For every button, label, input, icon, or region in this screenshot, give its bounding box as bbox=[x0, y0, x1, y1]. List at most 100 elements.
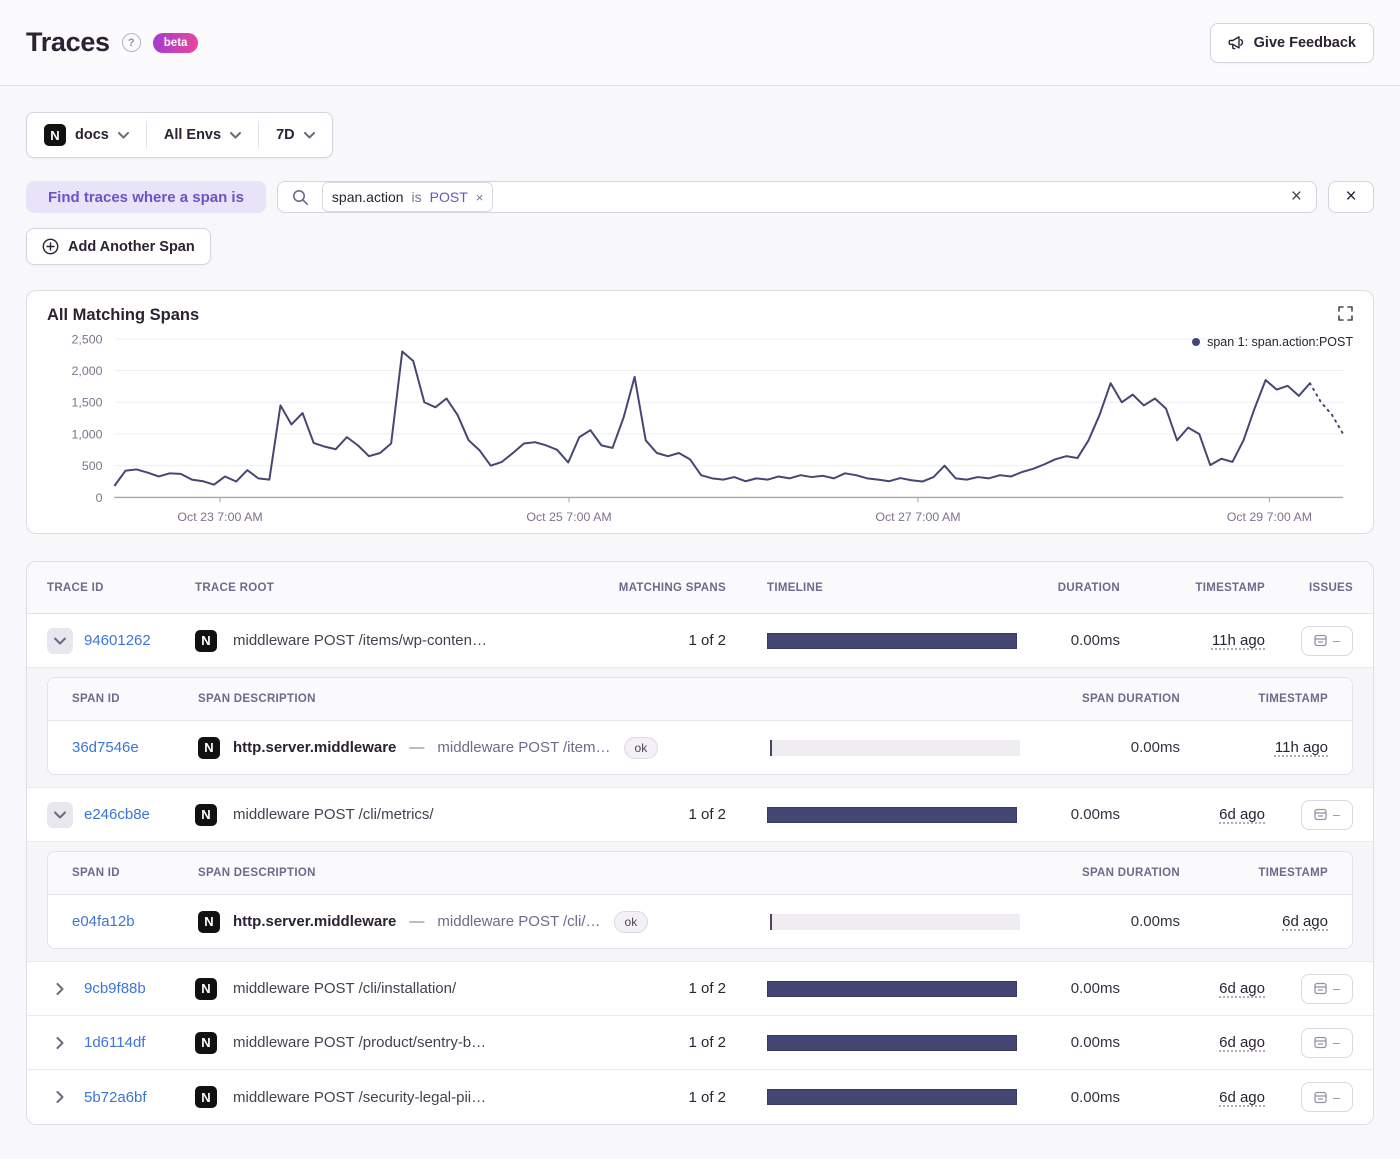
span-expansion: SPAN ID SPAN DESCRIPTION SPAN DURATION T… bbox=[27, 668, 1373, 788]
nextjs-icon: N bbox=[195, 803, 217, 826]
chart-title: All Matching Spans bbox=[47, 306, 200, 324]
issues-icon bbox=[1314, 1036, 1327, 1049]
duration-value: 0.00ms bbox=[1070, 1088, 1120, 1106]
timeline-bar[interactable] bbox=[767, 980, 1017, 997]
page-title: Traces bbox=[26, 27, 110, 57]
timestamp-value[interactable]: 6d ago bbox=[1219, 980, 1265, 997]
svg-text:0: 0 bbox=[96, 491, 103, 505]
chart-legend[interactable]: span 1: span.action:POST bbox=[1192, 335, 1353, 349]
issues-empty-dash: – bbox=[1332, 981, 1341, 996]
timestamp-value[interactable]: 6d ago bbox=[1219, 1034, 1265, 1051]
expand-row-button[interactable] bbox=[47, 1084, 73, 1110]
trace-id-link[interactable]: e246cb8e bbox=[84, 806, 150, 823]
timestamp-value[interactable]: 11h ago bbox=[1212, 632, 1265, 649]
issues-button[interactable]: – bbox=[1301, 625, 1353, 656]
timeline-bar[interactable] bbox=[767, 1089, 1017, 1105]
environment-selector[interactable]: All Envs bbox=[147, 113, 258, 157]
matching-spans-count: 1 of 2 bbox=[688, 632, 726, 649]
collapse-row-button[interactable] bbox=[47, 627, 73, 654]
col-span-duration: SPAN DURATION bbox=[1081, 693, 1180, 705]
plus-circle-icon bbox=[42, 238, 59, 255]
fullscreen-icon[interactable] bbox=[1338, 306, 1353, 321]
trace-id-link[interactable]: 5b72a6bf bbox=[84, 1089, 147, 1106]
duration-value: 0.00ms bbox=[1070, 806, 1120, 823]
svg-text:500: 500 bbox=[82, 459, 103, 473]
filter-token[interactable]: span.action is POST × bbox=[321, 182, 494, 212]
col-issues: ISSUES bbox=[1309, 581, 1353, 594]
span-timestamp-value[interactable]: 11h ago bbox=[1275, 739, 1328, 756]
span-timeline-bar[interactable] bbox=[770, 913, 1020, 930]
span-timestamp-value[interactable]: 6d ago bbox=[1282, 913, 1328, 930]
nextjs-icon: N bbox=[195, 977, 217, 1000]
duration-value: 0.00ms bbox=[1070, 632, 1120, 649]
help-icon[interactable]: ? bbox=[121, 33, 141, 52]
remove-query-button[interactable]: × bbox=[1328, 181, 1374, 213]
span-duration-value: 0.00ms bbox=[1130, 913, 1180, 930]
collapse-row-button[interactable] bbox=[47, 801, 73, 828]
timeline-bar[interactable] bbox=[767, 632, 1017, 649]
svg-text:Oct 27 7:00 AM: Oct 27 7:00 AM bbox=[875, 510, 960, 524]
search-clear-icon[interactable]: × bbox=[1291, 186, 1302, 208]
span-op: http.server.middleware bbox=[233, 739, 397, 756]
spans-line-chart[interactable]: 0 500 1,000 1,500 2,000 2,500 Oct 23 7:00 AM Oc… bbox=[47, 331, 1355, 529]
chevron-right-icon bbox=[56, 1036, 64, 1049]
col-span-timestamp: TIMESTAMP bbox=[1258, 693, 1328, 705]
col-matching-spans: MATCHING SPANS bbox=[618, 581, 726, 594]
col-span-description: SPAN DESCRIPTION bbox=[198, 867, 316, 879]
timeline-bar[interactable] bbox=[767, 1034, 1017, 1051]
svg-text:2,000: 2,000 bbox=[72, 364, 103, 378]
col-trace-root: TRACE ROOT bbox=[195, 581, 275, 594]
trace-id-link[interactable]: 9cb9f88b bbox=[84, 980, 146, 997]
project-selector-value: docs bbox=[75, 127, 109, 143]
span-desc-separator: — bbox=[409, 739, 425, 756]
timeline-bar[interactable] bbox=[767, 806, 1017, 823]
span-search-input[interactable]: span.action is POST × × bbox=[276, 181, 1317, 213]
issues-empty-dash: – bbox=[1332, 1089, 1341, 1105]
span-timeline-bar[interactable] bbox=[770, 739, 1020, 756]
svg-text:Oct 23 7:00 AM: Oct 23 7:00 AM bbox=[177, 510, 262, 524]
add-another-span-button[interactable]: Add Another Span bbox=[26, 228, 211, 265]
token-operator: is bbox=[411, 189, 422, 205]
svg-text:2,500: 2,500 bbox=[72, 332, 103, 346]
issues-empty-dash: – bbox=[1332, 807, 1341, 822]
span-id-link[interactable]: e04fa12b bbox=[72, 913, 198, 930]
issues-button[interactable]: – bbox=[1301, 973, 1353, 1004]
col-span-timestamp: TIMESTAMP bbox=[1258, 867, 1328, 879]
timestamp-value[interactable]: 6d ago bbox=[1219, 806, 1265, 823]
legend-label: span 1: span.action:POST bbox=[1207, 335, 1353, 349]
duration-value: 0.00ms bbox=[1070, 980, 1120, 997]
token-remove-icon[interactable]: × bbox=[476, 190, 484, 205]
legend-dot-icon bbox=[1192, 338, 1201, 346]
give-feedback-button[interactable]: Give Feedback bbox=[1209, 22, 1374, 63]
span-status-badge: ok bbox=[613, 910, 649, 933]
trace-root-text: middleware POST /product/sentry-b… bbox=[233, 1034, 487, 1051]
trace-id-link[interactable]: 1d6114df bbox=[84, 1034, 145, 1051]
give-feedback-label: Give Feedback bbox=[1253, 34, 1356, 51]
matching-spans-count: 1 of 2 bbox=[688, 1088, 726, 1106]
issues-button[interactable]: – bbox=[1301, 799, 1353, 830]
issues-button[interactable]: – bbox=[1301, 1027, 1353, 1058]
add-another-span-label: Add Another Span bbox=[68, 238, 195, 255]
project-selector[interactable]: N docs bbox=[27, 113, 146, 157]
col-span-description: SPAN DESCRIPTION bbox=[198, 693, 316, 705]
span-status-badge: ok bbox=[623, 736, 659, 759]
chevron-down-icon bbox=[230, 131, 242, 138]
expand-row-button[interactable] bbox=[47, 1030, 73, 1056]
span-duration-value: 0.00ms bbox=[1130, 739, 1180, 756]
span-query-row: Find traces where a span is span.action … bbox=[26, 181, 1374, 213]
span-table-header: SPAN ID SPAN DESCRIPTION SPAN DURATION T… bbox=[48, 678, 1352, 721]
token-key: span.action bbox=[331, 189, 404, 205]
issues-icon bbox=[1314, 982, 1327, 995]
issues-icon bbox=[1314, 634, 1327, 647]
issues-button[interactable]: – bbox=[1301, 1082, 1353, 1112]
trace-id-link[interactable]: 94601262 bbox=[84, 632, 151, 649]
date-range-selector[interactable]: 7D bbox=[259, 113, 332, 157]
span-row: 36d7546e N http.server.middleware — midd… bbox=[48, 721, 1352, 774]
timestamp-value[interactable]: 6d ago bbox=[1219, 1089, 1265, 1106]
table-row: 9cb9f88b N middleware POST /cli/installa… bbox=[27, 962, 1373, 1016]
matching-spans-count: 1 of 2 bbox=[688, 980, 726, 997]
matching-spans-count: 1 of 2 bbox=[688, 1034, 726, 1051]
span-id-link[interactable]: 36d7546e bbox=[72, 739, 198, 756]
chevron-right-icon bbox=[56, 1091, 64, 1103]
expand-row-button[interactable] bbox=[47, 976, 73, 1002]
